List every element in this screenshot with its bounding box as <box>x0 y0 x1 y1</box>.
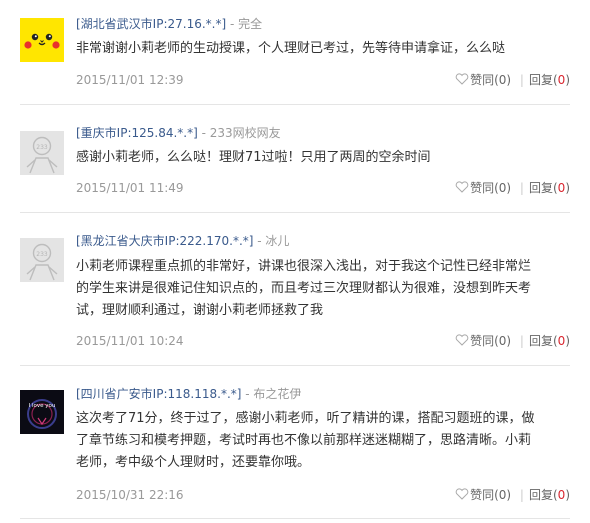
reply-label: 回复 <box>528 73 553 87</box>
like-count: (0) <box>494 488 512 502</box>
comment-text: 感谢小莉老师，么么哒！理财71过啦！只用了两周的空余时间 <box>76 147 576 169</box>
comment-time: 2015/11/01 11:49 <box>76 181 184 195</box>
reply-button[interactable]: 回复(0) <box>529 181 570 195</box>
meta-separator: - <box>241 387 254 401</box>
action-divider: | <box>519 73 524 87</box>
heart-icon <box>455 488 469 503</box>
comment-time: 2015/11/01 12:39 <box>76 73 184 87</box>
comment-actions: 赞同(0) | 回复(0) <box>455 334 570 349</box>
comment-actions: 赞同(0) | 回复(0) <box>455 73 570 88</box>
like-count: (0) <box>494 334 512 348</box>
action-divider: | <box>519 181 524 195</box>
comment-text-line: 非常谢谢小莉老师的生动授课，个人理财已考过，先等待申请拿证，么么哒 <box>76 41 506 56</box>
comment-meta: [湖北省武汉市IP:27.16.*.*] - 完全 <box>76 17 262 31</box>
comment-text-line: 的学生来讲是很难记住知识点的，而且考过三次理财都认为很难，没想到昨天考 <box>76 281 532 296</box>
avatar-text: I love you <box>29 403 56 409</box>
reply-paren-close: ) <box>565 334 570 348</box>
like-label: 赞同 <box>470 488 495 502</box>
like-label: 赞同 <box>470 73 495 87</box>
comment-meta: [四川省广安市IP:118.118.*.*] - 布之花伊 <box>76 387 301 401</box>
like-button[interactable]: 赞同(0) <box>455 73 515 87</box>
meta-separator: - <box>253 234 266 248</box>
heart-icon <box>455 334 469 349</box>
comment-time: 2015/10/31 22:16 <box>76 488 184 502</box>
reply-label: 回复 <box>528 488 553 502</box>
i-love-you-avatar[interactable]: I love you <box>20 390 64 434</box>
comment-location: [黑龙江省大庆市IP:222.170.*.*] <box>76 234 254 248</box>
comment-actions: 赞同(0) | 回复(0) <box>455 181 570 196</box>
action-divider: | <box>519 334 524 348</box>
comment-text-line: 感谢小莉老师，么么哒！理财71过啦！只用了两周的空余时间 <box>76 150 431 165</box>
comment-actions: 赞同(0) | 回复(0) <box>455 488 570 503</box>
comment-location: [湖北省武汉市IP:27.16.*.*] <box>76 17 227 31</box>
avatar-text: 233 <box>36 144 48 151</box>
like-button[interactable]: 赞同(0) <box>455 181 515 195</box>
comment-divider <box>20 365 570 366</box>
comment-time: 2015/11/01 10:24 <box>76 334 184 348</box>
heart-icon <box>455 73 469 88</box>
like-count: (0) <box>494 181 512 195</box>
reply-paren-close: ) <box>565 488 570 502</box>
comment-text: 非常谢谢小莉老师的生动授课，个人理财已考过，先等待申请拿证，么么哒 <box>76 38 576 60</box>
comment-location: [四川省广安市IP:118.118.*.*] <box>76 387 242 401</box>
like-button[interactable]: 赞同(0) <box>455 488 515 502</box>
comment-divider <box>20 104 570 105</box>
pikachu-avatar[interactable] <box>20 18 64 62</box>
comment-meta: [重庆市IP:125.84.*.*] - 233网校网友 <box>76 126 281 140</box>
reply-label: 回复 <box>528 181 553 195</box>
comment-text-line: 这次考了71分，终于过了，感谢小莉老师，听了精讲的课，搭配习题班的课，做 <box>76 411 535 426</box>
action-divider: | <box>519 488 524 502</box>
comment-text-line: 试，理财顺利通过，谢谢小莉老师拯救了我 <box>76 303 324 318</box>
comment-divider <box>20 518 570 519</box>
default-233-avatar[interactable]: 233 <box>20 238 64 282</box>
meta-separator: - <box>197 126 210 140</box>
like-label: 赞同 <box>470 181 495 195</box>
reply-label: 回复 <box>528 334 553 348</box>
comment-divider <box>20 212 570 213</box>
like-count: (0) <box>494 73 512 87</box>
comment-username[interactable]: 布之花伊 <box>253 387 301 401</box>
reply-button[interactable]: 回复(0) <box>529 73 570 87</box>
comment-location: [重庆市IP:125.84.*.*] <box>76 126 198 140</box>
comment-text-line: 老师，考中级个人理财时，还要靠你哦。 <box>76 455 311 470</box>
reply-paren-close: ) <box>565 73 570 87</box>
comment-meta: [黑龙江省大庆市IP:222.170.*.*] - 冰儿 <box>76 234 289 248</box>
comment-username[interactable]: 233网校网友 <box>210 126 281 140</box>
comment-text-line: 小莉老师课程重点抓的非常好，讲课也很深入浅出，对于我这个记性已经非常烂 <box>76 259 532 274</box>
reply-paren-close: ) <box>565 181 570 195</box>
default-233-avatar[interactable]: 233 <box>20 131 64 175</box>
comment-username[interactable]: 完全 <box>238 17 262 31</box>
avatar-text: 233 <box>36 251 48 258</box>
comment-text: 小莉老师课程重点抓的非常好，讲课也很深入浅出，对于我这个记性已经非常烂 的学生来… <box>76 256 576 322</box>
like-label: 赞同 <box>470 334 495 348</box>
comment-text: 这次考了71分，终于过了，感谢小莉老师，听了精讲的课，搭配习题班的课，做 了章节… <box>76 408 576 474</box>
heart-icon <box>455 181 469 196</box>
meta-separator: - <box>226 17 239 31</box>
comment-username[interactable]: 冰儿 <box>265 234 289 248</box>
reply-button[interactable]: 回复(0) <box>529 488 570 502</box>
like-button[interactable]: 赞同(0) <box>455 334 515 348</box>
reply-button[interactable]: 回复(0) <box>529 334 570 348</box>
comment-text-line: 了章节练习和模考押题，考试时再也不像以前那样迷迷糊糊了，思路清晰。小莉 <box>76 433 532 448</box>
